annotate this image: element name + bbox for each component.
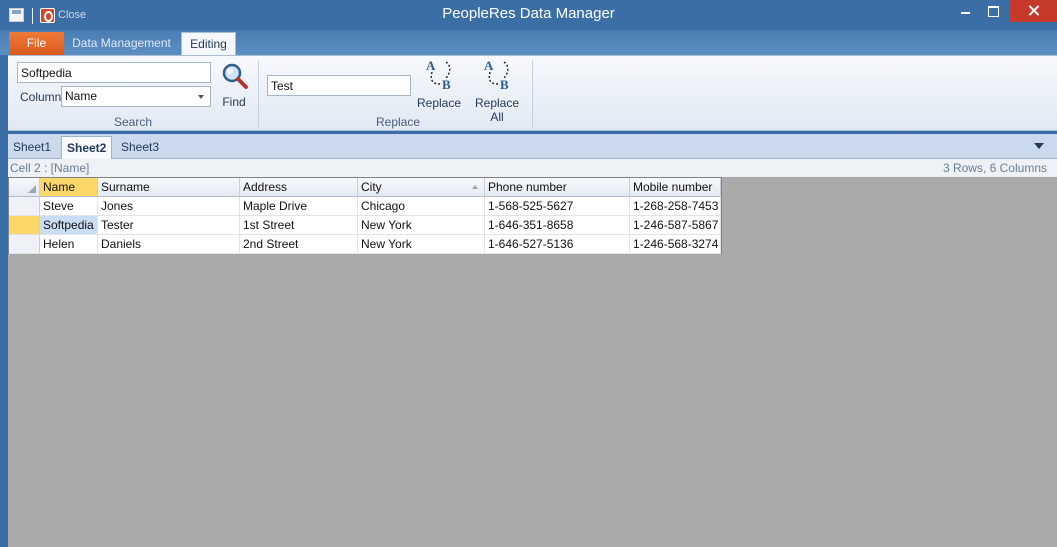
replace-icon: A B [426,58,451,92]
table-row: Steve Jones Maple Drive Chicago 1-568-52… [9,197,721,216]
svg-text:B: B [442,77,451,92]
chevron-down-icon [198,95,204,99]
row-header[interactable] [9,216,40,235]
table-cell[interactable]: 1-646-527-5136 [485,235,630,254]
table-cell[interactable]: Tester [98,216,240,235]
status-bar: Cell 2 : [Name] 3 Rows, 6 Columns [8,159,1057,177]
sheet-menu-dropdown-icon[interactable] [1034,143,1044,149]
column-header[interactable]: City [358,178,485,197]
tab-sheet3[interactable]: Sheet3 [116,136,164,159]
table-cell[interactable]: Softpedia [40,216,98,235]
column-header[interactable]: Mobile number [630,178,721,197]
group-separator [532,60,533,128]
select-all-corner[interactable] [9,178,40,197]
find-label: Find [222,95,246,109]
table-row: Softpedia Tester 1st Street New York 1-6… [9,216,721,235]
table-cell[interactable]: 2nd Street [240,235,358,254]
column-label: Column [20,90,62,104]
group-separator [258,60,259,128]
search-group-label: Search [113,115,153,129]
table-cell[interactable]: Daniels [98,235,240,254]
grid-header-row: Name Surname Address City Phone number M… [9,178,721,197]
data-grid: Name Surname Address City Phone number M… [8,177,722,254]
tab-sheet2[interactable]: Sheet2 [61,136,113,159]
maximize-button[interactable] [980,0,1006,22]
window-title: PeopleRes Data Manager [442,5,615,22]
svg-text:A: A [484,58,494,73]
tab-sheet1[interactable]: Sheet1 [8,136,56,159]
column-header[interactable]: Phone number [485,178,630,197]
replace-all-icon: A B [484,58,509,92]
find-button[interactable]: Find [217,60,251,112]
sort-ascending-icon [472,185,478,189]
magnifier-icon [222,63,248,89]
tab-editing[interactable]: Editing [181,32,236,55]
table-row: Helen Daniels 2nd Street New York 1-646-… [9,235,721,254]
table-cell[interactable]: Steve [40,197,98,216]
table-cell[interactable]: 1st Street [240,216,358,235]
table-cell[interactable]: 1-568-525-5627 [485,197,630,216]
table-cell[interactable]: Jones [98,197,240,216]
table-cell[interactable]: Chicago [358,197,485,216]
replace-label: Replace [417,96,462,110]
search-input[interactable] [17,62,211,83]
current-cell-status: Cell 2 : [Name] [10,161,90,175]
row-header[interactable] [9,235,40,254]
tab-data-management[interactable]: Data Management [70,32,173,55]
replace-input[interactable] [267,75,411,96]
tab-file[interactable]: File [9,32,64,55]
title-bar: Close PeopleRes Data Manager [0,0,1057,30]
minimize-button[interactable] [950,0,980,22]
table-cell[interactable]: New York [358,235,485,254]
table-cell[interactable]: 1-646-351-8658 [485,216,630,235]
svg-text:A: A [426,58,436,73]
column-header[interactable]: Surname [98,178,240,197]
ribbon-tab-strip: File Data Management Editing [0,30,1057,55]
svg-text:B: B [500,77,509,92]
table-cell[interactable]: Helen [40,235,98,254]
ribbon-panel: Column Name Find Search A B Replace [8,55,1057,131]
column-header-label: City [361,180,382,194]
replace-button[interactable]: A B Replace [417,58,461,114]
column-select-value: Name [65,89,98,103]
sheet-tab-strip: Sheet1 Sheet2 Sheet3 [8,134,1057,159]
column-header[interactable]: Address [240,178,358,197]
grid-area: Name Surname Address City Phone number M… [8,177,1057,547]
table-cell[interactable]: 1-246-587-5867 [630,216,721,235]
close-window-button[interactable] [1010,0,1057,22]
grid-size-status: 3 Rows, 6 Columns [942,161,1047,175]
replace-all-label: Replace All [474,96,520,124]
table-cell[interactable]: 1-268-258-7453 [630,197,721,216]
table-cell[interactable]: 1-246-568-3274 [630,235,721,254]
table-cell[interactable]: New York [358,216,485,235]
column-select[interactable]: Name [61,86,211,107]
replace-group-label: Replace [375,115,421,129]
column-header[interactable]: Name [40,178,98,197]
row-header[interactable] [9,197,40,216]
replace-all-button[interactable]: A B Replace All [467,58,527,124]
table-cell[interactable]: Maple Drive [240,197,358,216]
app-window: Close PeopleRes Data Manager File Data M… [0,0,1057,547]
